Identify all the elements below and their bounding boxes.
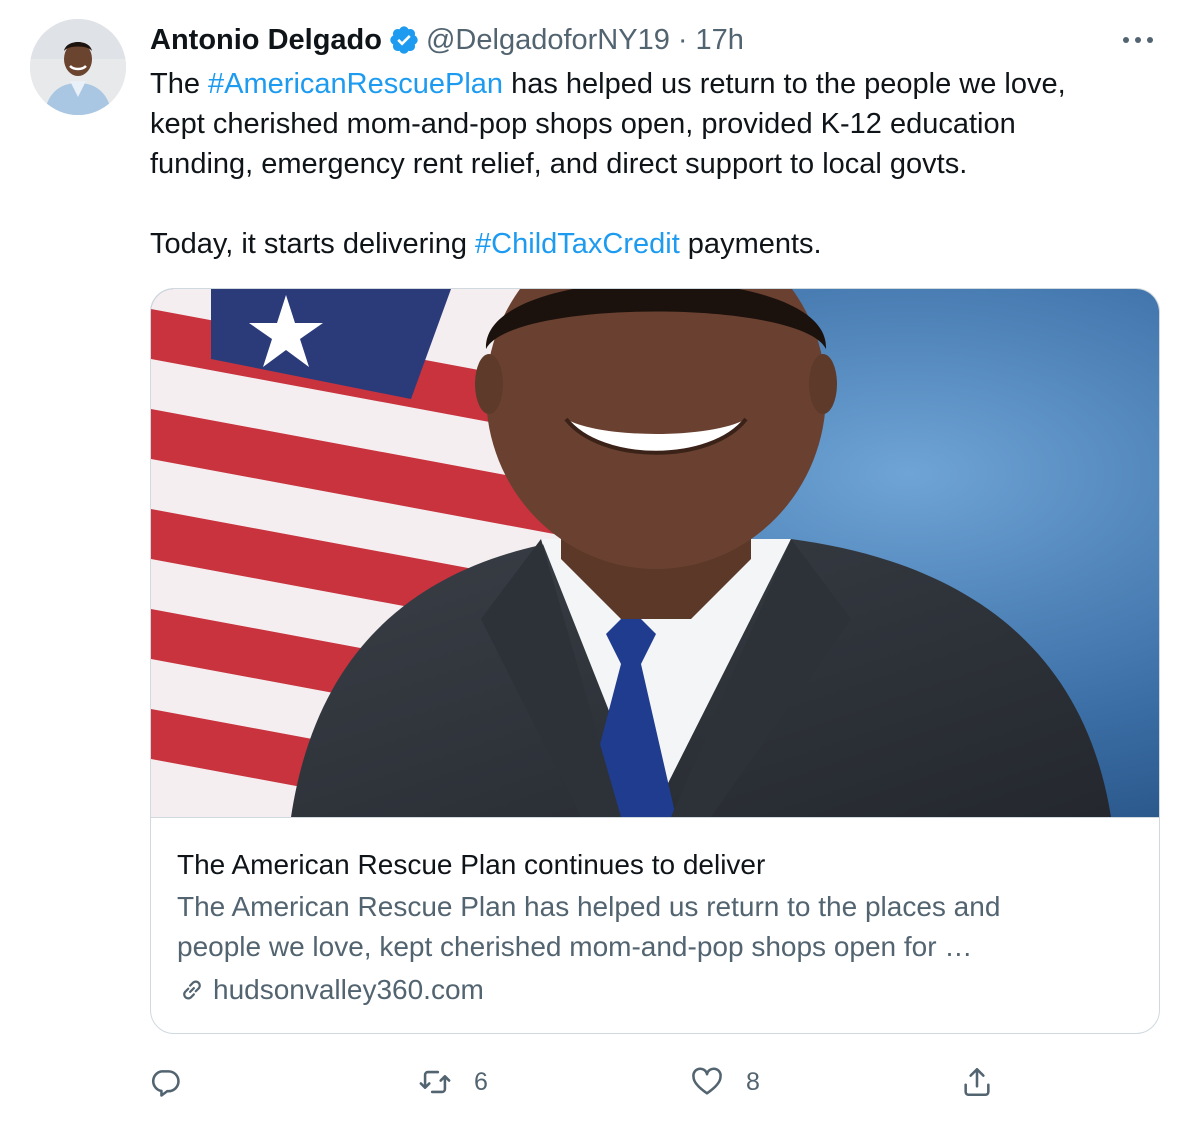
card-description-line: The American Rescue Plan has helped us r…: [177, 891, 1001, 922]
more-options-button[interactable]: [1118, 22, 1158, 58]
reply-button[interactable]: [148, 1060, 182, 1104]
retweet-icon: [418, 1065, 452, 1099]
avatar-photo: [30, 19, 126, 115]
tweet-header: Antonio Delgado @DelgadoforNY19 · 17h: [150, 18, 1162, 62]
author-display-name[interactable]: Antonio Delgado: [150, 24, 382, 57]
share-button[interactable]: [960, 1060, 994, 1104]
heart-icon: [690, 1065, 724, 1099]
separator-dot: ·: [677, 23, 688, 56]
tweet-text-segment: payments.: [679, 228, 822, 260]
tweet-actions: 6 8: [148, 1060, 1008, 1104]
hashtag-link[interactable]: #AmericanRescuePlan: [208, 68, 503, 100]
hashtag-link[interactable]: #ChildTaxCredit: [475, 228, 680, 260]
card-photo: [151, 289, 1159, 817]
tweet-text: The #AmericanRescuePlan has helped us re…: [150, 64, 1162, 264]
tweet-text-segment: The: [150, 68, 209, 100]
more-dots-icon: [1123, 37, 1153, 43]
tweet-timestamp[interactable]: 17h: [696, 24, 744, 57]
card-description-line: people we love, kept cherished mom-and-p…: [177, 931, 973, 962]
avatar[interactable]: [30, 19, 126, 115]
share-icon: [960, 1065, 994, 1099]
link-icon: [177, 975, 207, 1005]
like-count: 8: [746, 1067, 760, 1096]
verified-badge-icon: [388, 24, 420, 56]
card-title: The American Rescue Plan continues to de…: [177, 849, 766, 880]
tweet[interactable]: Antonio Delgado @DelgadoforNY19 · 17h Th…: [0, 0, 1192, 1122]
like-button[interactable]: 8: [690, 1060, 760, 1104]
card-domain: hudsonvalley360.com: [177, 970, 1139, 1010]
card-domain-text: hudsonvalley360.com: [213, 974, 484, 1005]
tweet-content: Antonio Delgado @DelgadoforNY19 · 17h Th…: [150, 18, 1162, 264]
card-image: [151, 289, 1159, 818]
card-description: The American Rescue Plan has helped us r…: [177, 887, 1139, 967]
author-handle[interactable]: @DelgadoforNY19: [426, 24, 670, 57]
reply-icon: [148, 1065, 182, 1099]
card-body: The American Rescue Plan continues to de…: [177, 845, 1139, 1010]
link-card[interactable]: The American Rescue Plan continues to de…: [150, 288, 1160, 1034]
retweet-count: 6: [474, 1067, 488, 1096]
retweet-button[interactable]: 6: [418, 1060, 488, 1104]
